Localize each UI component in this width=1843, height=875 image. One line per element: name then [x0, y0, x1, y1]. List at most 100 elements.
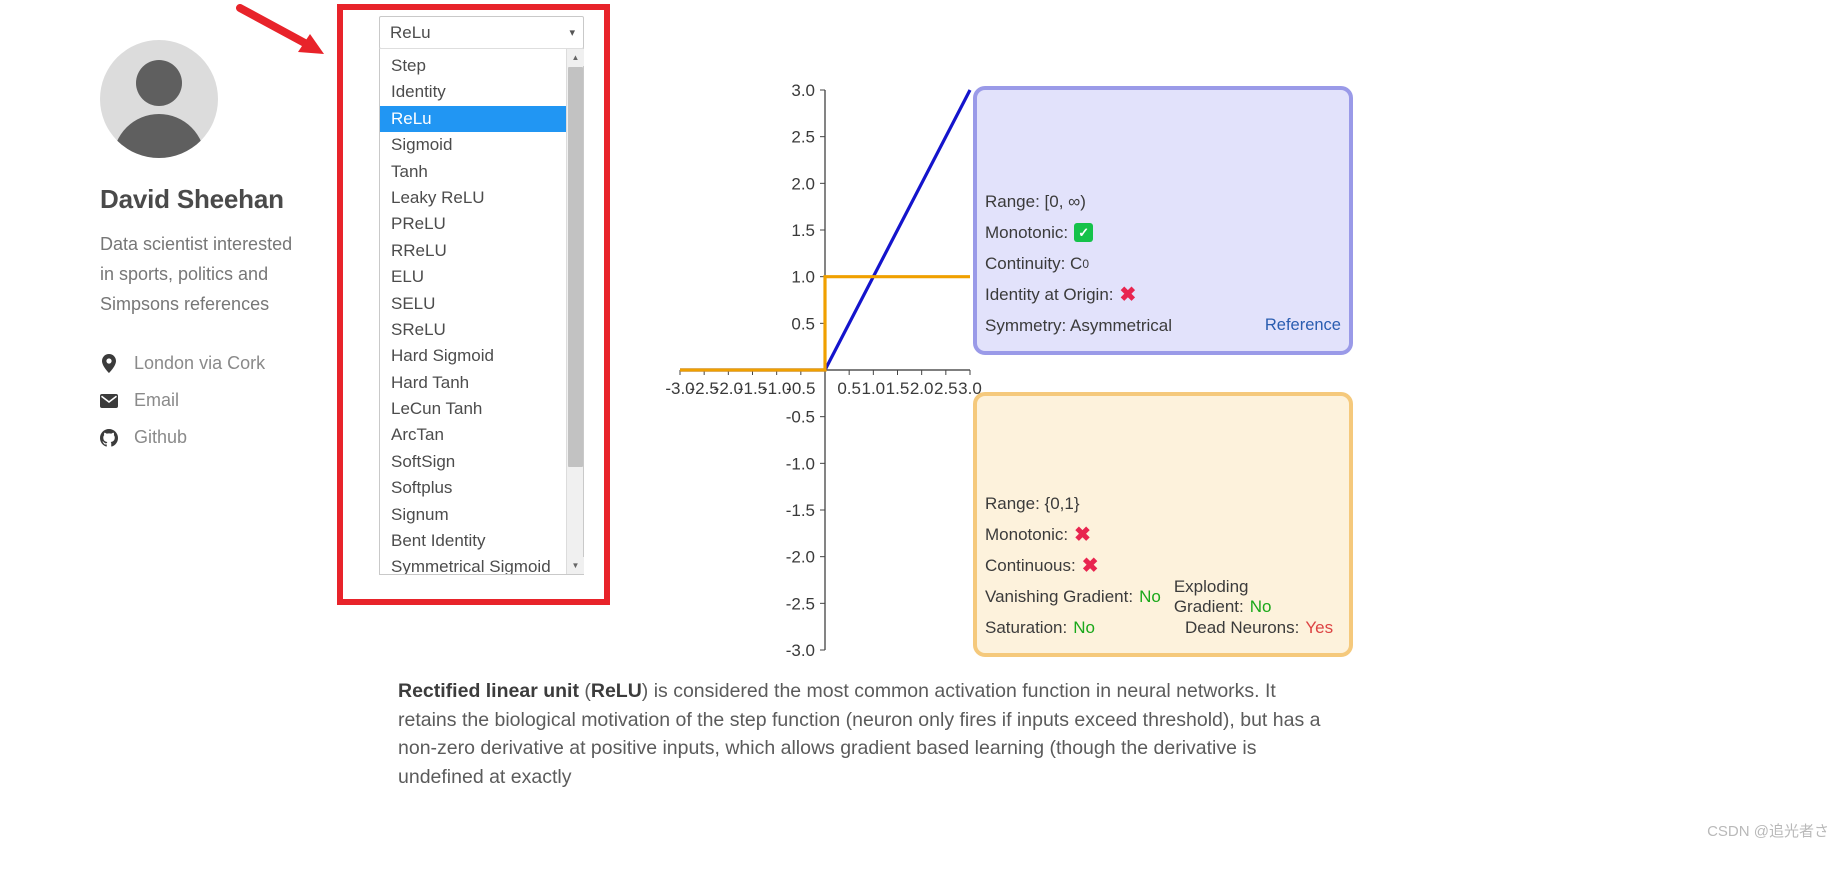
y-tick-label: 1.5 [791, 221, 815, 240]
function-description: Rectified linear unit (ReLU) is consider… [398, 677, 1338, 791]
reference-link[interactable]: Reference [1265, 316, 1341, 335]
option-softplus[interactable]: Softplus [380, 475, 566, 501]
option-rrelu[interactable]: RReLU [380, 238, 566, 264]
property-pair: Saturation: No [985, 618, 1185, 638]
select-selected-value: ReLu [390, 22, 431, 42]
property-label: Monotonic: [985, 222, 1069, 242]
property-superscript: 0 [1082, 256, 1090, 271]
avatar [100, 40, 218, 158]
property-pair: Dead Neurons: Yes [1185, 618, 1333, 638]
property-label: Continuous: [985, 555, 1076, 575]
profile-link-label: London via Cork [134, 353, 266, 373]
profile-link-label: Github [134, 427, 188, 447]
x-tick-label: 1.5 [886, 379, 910, 398]
y-tick-label: 1.0 [791, 268, 815, 287]
property-row: Range: {0,1} [985, 488, 1341, 519]
y-tick-label: -2.5 [786, 594, 815, 613]
profile-links: London via Cork Email Github [100, 345, 370, 456]
option-sigmoid[interactable]: Sigmoid [380, 132, 566, 158]
series-line-step [680, 275, 970, 372]
option-tanh[interactable]: Tanh [380, 159, 566, 185]
option-symmetrical-sigmoid[interactable]: Symmetrical Sigmoid [380, 554, 566, 574]
property-label: Range: {0,1} [985, 493, 1080, 513]
profile-bio: Data scientist interested in sports, pol… [100, 234, 293, 314]
property-value: Yes [1305, 617, 1334, 637]
properties-card-primary: Range: [0, ∞) Monotonic: ✓ Continuity: C 0 Id… [973, 86, 1353, 355]
select-options-list[interactable]: Step Identity ReLu Sigmoid Tanh Leaky ReLU PRe… [379, 48, 584, 575]
property-row-dual: Vanishing Gradient: No Exploding Gradient:… [985, 577, 1341, 616]
watermark: CSDN @追光者さ [1707, 823, 1829, 840]
profile-link-email[interactable]: Email [100, 382, 370, 419]
y-tick-label: -1.0 [786, 454, 815, 473]
option-identity[interactable]: Identity [380, 79, 566, 105]
property-label: Symmetry: Asymmetrical [985, 315, 1173, 335]
property-value: No [1249, 596, 1272, 616]
option-srelu[interactable]: SReLU [380, 317, 566, 343]
option-lecun-tanh[interactable]: LeCun Tanh [380, 396, 566, 422]
annotation-arrow-icon [236, 4, 324, 54]
y-tick-label: -3.0 [786, 641, 815, 660]
property-row: Identity at Origin: ✖ [985, 279, 1341, 310]
property-value: No [1073, 617, 1095, 637]
scrollbar-thumb[interactable] [568, 67, 583, 467]
option-leaky-relu[interactable]: Leaky ReLU [380, 185, 566, 211]
option-step[interactable]: Step [380, 53, 566, 79]
page-title: David Sheehan [100, 184, 284, 214]
check-icon: ✓ [1074, 223, 1094, 242]
y-tick-label: -2.0 [786, 548, 815, 567]
location-pin-icon [100, 354, 118, 373]
property-label: Dead Neurons: [1185, 617, 1300, 637]
avatar-head-shape [136, 60, 182, 106]
cross-icon: ✖ [1119, 283, 1137, 306]
profile-link-github[interactable]: Github [100, 419, 370, 456]
property-pair: Vanishing Gradient: No [985, 587, 1174, 607]
property-row: Symmetry: Asymmetrical Reference [985, 310, 1341, 341]
property-row: Range: [0, ∞) [985, 186, 1341, 217]
property-value: No [1139, 586, 1161, 606]
property-label: Range: [0, ∞) [985, 191, 1086, 211]
option-column[interactable]: Step Identity ReLu Sigmoid Tanh Leaky ReLU PRe… [380, 49, 566, 574]
chevron-down-icon: ▾ [569, 27, 575, 39]
select-display[interactable]: ReLu ▾ [379, 16, 584, 49]
option-arctan[interactable]: ArcTan [380, 422, 566, 448]
envelope-icon [100, 393, 118, 408]
profile-link-label: Email [134, 390, 180, 410]
description-lead: Rectified linear unit [398, 680, 579, 702]
dropdown-scrollbar[interactable]: ▲ ▼ [566, 49, 584, 574]
activation-function-selector[interactable]: ReLu ▾ Step Identity ReLu Sigmoid Tanh Leaky … [379, 16, 584, 575]
option-selu[interactable]: SELU [380, 291, 566, 317]
option-hard-tanh[interactable]: Hard Tanh [380, 370, 566, 396]
option-softsign[interactable]: SoftSign [380, 449, 566, 475]
property-row-dual: Saturation: No Dead Neurons: Yes [985, 612, 1341, 643]
cross-icon: ✖ [1074, 523, 1091, 546]
property-row: Monotonic: ✓ [985, 217, 1341, 248]
property-label: Identity at Origin: [985, 284, 1114, 304]
property-label: Continuity: C [985, 253, 1083, 273]
properties-card-secondary: Range: {0,1} Monotonic: ✖ Continuous: ✖ Vanis… [973, 392, 1353, 657]
property-row: Continuity: C0 [985, 248, 1341, 279]
y-tick-label: 2.0 [791, 174, 815, 193]
x-tick-label: 1.0 [862, 379, 886, 398]
y-tick-label: -0.5 [786, 408, 815, 427]
option-bent-identity[interactable]: Bent Identity [380, 528, 566, 554]
profile-link-location[interactable]: London via Cork [100, 345, 370, 382]
x-tick-label: 2.0 [910, 379, 934, 398]
option-relu[interactable]: ReLu [380, 105, 566, 133]
cross-icon: ✖ [1081, 554, 1099, 577]
y-tick-label: -1.5 [786, 501, 815, 520]
properties-rows: Range: [0, ∞) Monotonic: ✓ Continuity: C 0 Id… [985, 186, 1341, 341]
x-tick-label: 2.5 [934, 379, 958, 398]
option-hard-sigmoid[interactable]: Hard Sigmoid [380, 343, 566, 369]
y-tick-label: 2.5 [791, 128, 815, 147]
x-tick-label: -0.5 [786, 379, 815, 398]
scroll-up-arrow-icon[interactable]: ▲ [567, 49, 584, 66]
option-elu[interactable]: ELU [380, 264, 566, 290]
option-prelu[interactable]: PReLU [380, 211, 566, 237]
page-root: David Sheehan Data scientist interested … [0, 0, 1843, 875]
property-label: Vanishing Gradient: [985, 586, 1134, 606]
option-signum[interactable]: Signum [380, 502, 566, 528]
y-tick-label: 0.5 [791, 314, 815, 333]
scroll-down-arrow-icon[interactable]: ▼ [567, 557, 584, 574]
description-paren: ( [578, 680, 591, 702]
y-tick-label: 3.0 [791, 81, 815, 100]
